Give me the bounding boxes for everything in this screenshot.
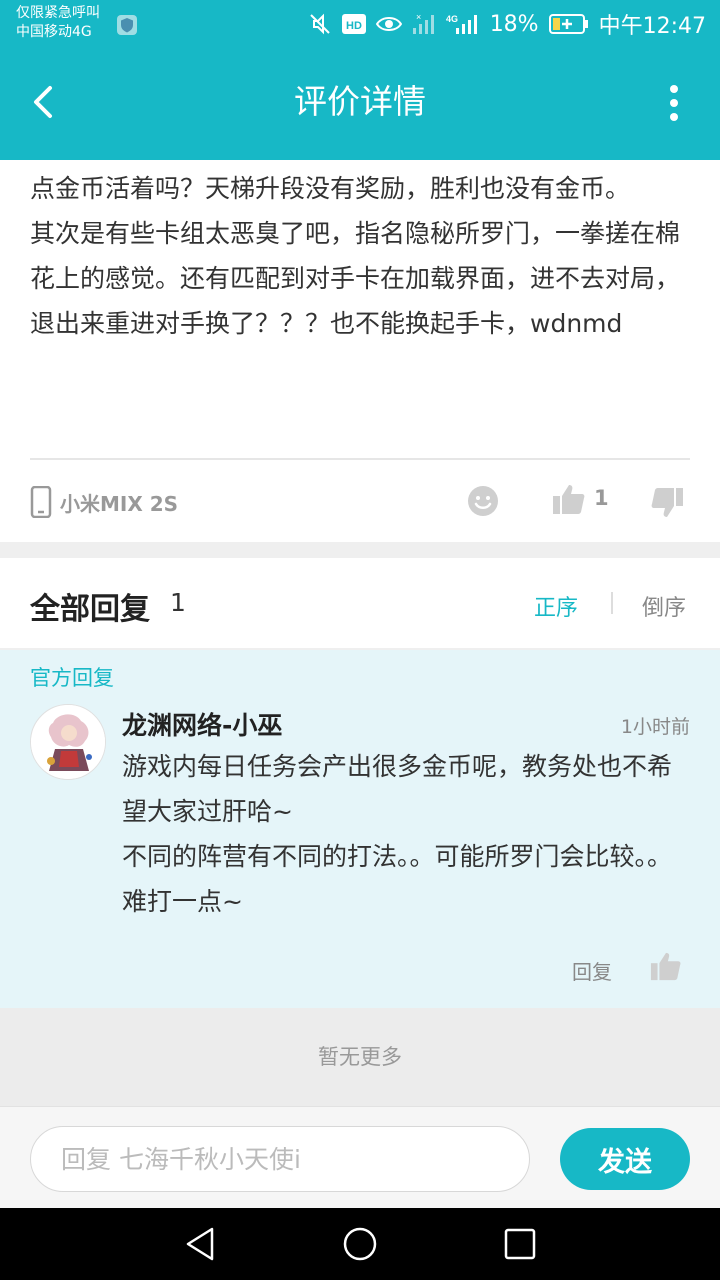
no-more-text: 暂无更多 [0,1008,720,1106]
nav-recents-icon[interactable] [502,1226,538,1262]
reply-time: 1小时前 [620,716,690,738]
thumbs-up-icon[interactable] [650,950,682,982]
send-button[interactable]: 发送 [560,1128,690,1190]
carrier-name: 中国移动4G [16,24,92,40]
signal-icon: × [412,12,434,34]
page-title: 评价详情 [294,82,426,121]
svg-text:4G: 4G [446,14,458,24]
sort-separator [611,592,613,614]
like-count: 1 [594,486,609,510]
top-bar: 仅限紧急呼叫 中国移动4G HD × 4G 18% 中午12:47 评价详情 [0,0,720,160]
official-reply-tag: 官方回复 [30,666,114,690]
replies-header: 全部回复 1 正序 倒序 [0,558,720,648]
4g-signal-icon: 4G [446,14,477,34]
thumbs-up-icon[interactable] [552,482,586,516]
system-nav-bar [0,1208,720,1280]
avatar[interactable] [30,704,106,780]
more-vertical-icon[interactable] [668,84,680,122]
mute-icon [309,13,330,35]
review-paragraph: 其次是有些卡组太恶臭了吧，指名隐秘所罗门，一拳搓在棉花上的感觉。还有匹配到对手卡… [30,219,681,338]
reply-input[interactable] [30,1126,530,1192]
status-bar: 仅限紧急呼叫 中国移动4G HD × 4G 18% 中午12:47 [0,0,720,48]
battery-icon [548,14,588,34]
thumbs-down-icon[interactable] [650,486,684,520]
reply-paragraph: 不同的阵营有不同的打法。。可能所罗门会比较。。难打一点~ [122,842,673,916]
reply-input-bar: 发送 [0,1106,720,1208]
svg-text:HD: HD [346,20,362,32]
battery-percent: 18% [489,11,539,37]
status-right: HD × 4G 18% 中午12:47 [308,10,706,39]
emoji-reaction-icon[interactable] [467,485,499,517]
carrier-info: 仅限紧急呼叫 中国移动4G [16,4,100,42]
header: 评价详情 [0,48,720,160]
avatar-illustration [31,705,105,779]
clock: 中午12:47 [598,14,706,39]
replies-title: 全部回复 [30,592,150,627]
sort-descending-tab[interactable]: 倒序 [642,590,686,622]
reply-author[interactable]: 龙渊网络-小巫 [122,706,282,742]
emergency-text: 仅限紧急呼叫 [16,5,100,21]
review-paragraph: 点金币活着吗？天梯升段没有奖励，胜利也没有金币。 [30,174,631,203]
reply-text: 游戏内每日任务会产出很多金币呢，教务处也不希望大家过肝哈~ 不同的阵营有不同的打… [122,744,692,924]
reply-paragraph: 游戏内每日任务会产出很多金币呢，教务处也不希望大家过肝哈~ [122,752,673,826]
phone-icon [30,486,52,518]
divider [30,458,690,460]
replies-count: 1 [170,588,186,617]
official-reply: 官方回复 龙渊网络-小巫 1小时前 游戏内每日任务会产出很多金币呢，教务处也不希… [0,650,720,1008]
device-info: 小米MIX 2S [30,486,178,518]
nav-home-icon[interactable] [342,1226,378,1262]
reply-button[interactable]: 回复 [572,956,612,985]
hd-icon: HD [341,14,366,34]
sort-ascending-tab[interactable]: 正序 [534,590,578,622]
review-card: 点金币活着吗？天梯升段没有奖励，胜利也没有金币。 其次是有些卡组太恶臭了吧，指名… [0,160,720,542]
nav-back-icon[interactable] [182,1226,218,1262]
review-text: 点金币活着吗？天梯升段没有奖励，胜利也没有金币。 其次是有些卡组太恶臭了吧，指名… [30,166,690,346]
shield-icon [117,15,137,35]
device-name: 小米MIX 2S [60,491,179,516]
svg-text:×: × [416,12,421,22]
eye-icon [375,17,402,31]
